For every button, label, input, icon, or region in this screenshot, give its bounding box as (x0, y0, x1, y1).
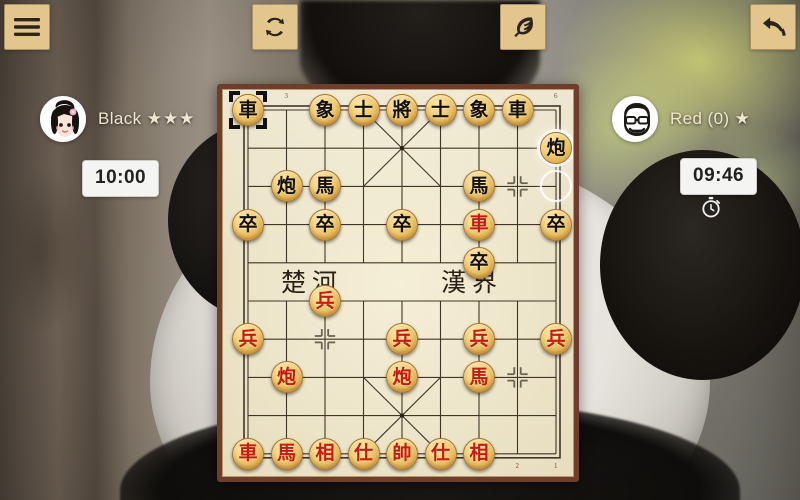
legal-move-marker[interactable] (540, 170, 572, 203)
game-board[interactable]: 楚河 漢界 3621 車象士將士象車炮炮馬馬卒卒卒車卒卒兵兵兵兵兵炮炮馬車馬相仕… (222, 89, 574, 477)
piece-black-horse[interactable]: 馬 (463, 170, 495, 203)
piece-red-chariot[interactable]: 車 (232, 437, 264, 470)
piece-red-elephant[interactable]: 相 (309, 437, 341, 470)
game-screen: Black ★★★ 10:00 Red (0) ★ 09:46 楚河 漢界 3 … (0, 0, 800, 500)
stopwatch-icon (700, 196, 722, 218)
refresh-icon (262, 14, 288, 40)
clock-red: 09:46 (680, 158, 758, 195)
piece-red-elephant[interactable]: 相 (463, 437, 495, 470)
game-board-frame: 楚河 漢界 3621 車象士將士象車炮炮馬馬卒卒卒車卒卒兵兵兵兵兵炮炮馬車馬相仕… (217, 84, 579, 482)
player-stars-black: ★★★ (146, 109, 196, 128)
piece-red-horse[interactable]: 馬 (270, 437, 303, 470)
player-name-black: Black ★★★ (98, 109, 196, 128)
piece-black-general[interactable]: 將 (386, 94, 418, 126)
piece-black-cannon[interactable]: 炮 (540, 132, 572, 165)
resign-button[interactable] (500, 4, 546, 50)
avatar-red (612, 96, 658, 142)
player-name-red: Red (0) ★ (670, 109, 751, 128)
piece-black-horse[interactable]: 馬 (309, 170, 341, 203)
piece-red-soldier[interactable]: 兵 (309, 285, 341, 317)
piece-black-soldier[interactable]: 卒 (463, 246, 495, 279)
menu-button[interactable] (4, 4, 50, 50)
hamburger-menu-icon (14, 17, 40, 37)
piece-black-advisor[interactable]: 士 (424, 94, 457, 126)
player-stars-red: ★ (734, 109, 751, 128)
piece-black-soldier[interactable]: 卒 (386, 208, 418, 241)
piece-black-chariot[interactable]: 車 (501, 94, 534, 126)
piece-black-chariot[interactable]: 車 (232, 94, 264, 126)
pieces-layer[interactable]: 車象士將士象車炮炮馬馬卒卒卒車卒卒兵兵兵兵兵炮炮馬車馬相仕帥仕相 (223, 90, 573, 476)
player-panel-black[interactable]: Black ★★★ (40, 96, 195, 142)
piece-black-elephant[interactable]: 象 (309, 94, 341, 126)
piece-red-cannon[interactable]: 炮 (270, 361, 303, 394)
undo-button[interactable] (750, 4, 796, 50)
piece-red-advisor[interactable]: 仕 (347, 437, 380, 470)
feather-icon (510, 14, 536, 40)
piece-black-soldier[interactable]: 卒 (540, 208, 572, 241)
piece-black-advisor[interactable]: 士 (347, 94, 380, 126)
undo-arrow-icon (760, 14, 787, 41)
piece-black-cannon[interactable]: 炮 (270, 170, 303, 203)
piece-red-advisor[interactable]: 仕 (424, 437, 457, 470)
piece-red-horse[interactable]: 馬 (463, 361, 495, 394)
piece-red-soldier[interactable]: 兵 (232, 323, 264, 356)
piece-red-chariot[interactable]: 車 (463, 208, 495, 241)
piece-red-general[interactable]: 帥 (386, 437, 418, 470)
piece-black-soldier[interactable]: 卒 (309, 208, 341, 241)
clock-black: 10:00 (82, 160, 160, 197)
piece-red-cannon[interactable]: 炮 (386, 361, 418, 394)
restart-button[interactable] (252, 4, 298, 50)
avatar-black (40, 96, 86, 142)
piece-black-elephant[interactable]: 象 (463, 94, 495, 126)
player-panel-red[interactable]: Red (0) ★ (612, 96, 751, 142)
piece-black-soldier[interactable]: 卒 (232, 208, 264, 241)
piece-red-soldier[interactable]: 兵 (386, 323, 418, 356)
piece-red-soldier[interactable]: 兵 (540, 323, 572, 356)
piece-red-soldier[interactable]: 兵 (463, 323, 495, 356)
